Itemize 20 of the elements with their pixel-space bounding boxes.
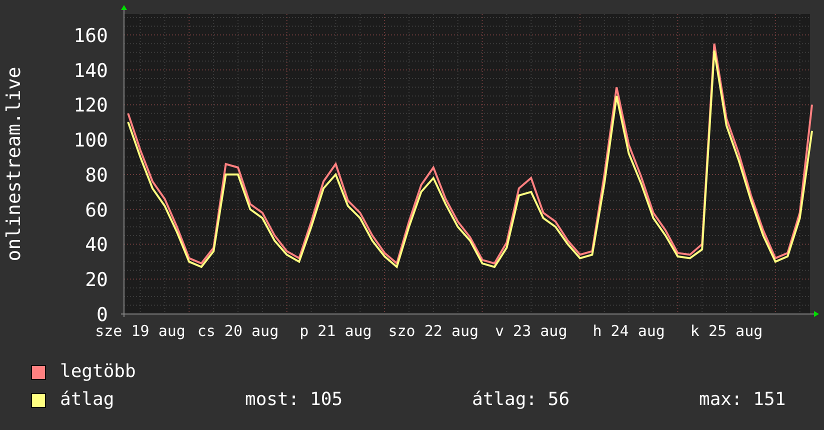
legend-stat: max: 151 xyxy=(699,389,786,411)
legend-stat: átlag: 56 xyxy=(472,389,571,411)
y-tick-label: 80 xyxy=(85,164,108,186)
y-tick-label: 160 xyxy=(74,24,108,47)
legend-stat: most: 105 xyxy=(245,389,344,411)
x-tick-label: szo 22 aug xyxy=(388,322,479,340)
x-tick-label: p 21 aug xyxy=(300,322,372,340)
x-tick-label: cs 20 aug xyxy=(197,322,279,340)
y-tick-label: 100 xyxy=(74,130,108,152)
legend-label: átlag xyxy=(60,389,116,411)
y-tick-label: 120 xyxy=(74,94,108,117)
legend-label: legtöbb xyxy=(60,361,137,383)
y-tick-label: 40 xyxy=(85,234,108,256)
y-tick-label: 60 xyxy=(85,199,108,222)
y-axis-title: onlinestream.live xyxy=(3,66,25,262)
y-tick-label: 20 xyxy=(85,269,108,292)
y-tick-label: 140 xyxy=(74,60,108,82)
x-tick-label: v 23 aug xyxy=(495,322,568,340)
x-tick-label: h 24 aug xyxy=(592,322,665,340)
x-tick-label: k 25 aug xyxy=(690,322,763,340)
